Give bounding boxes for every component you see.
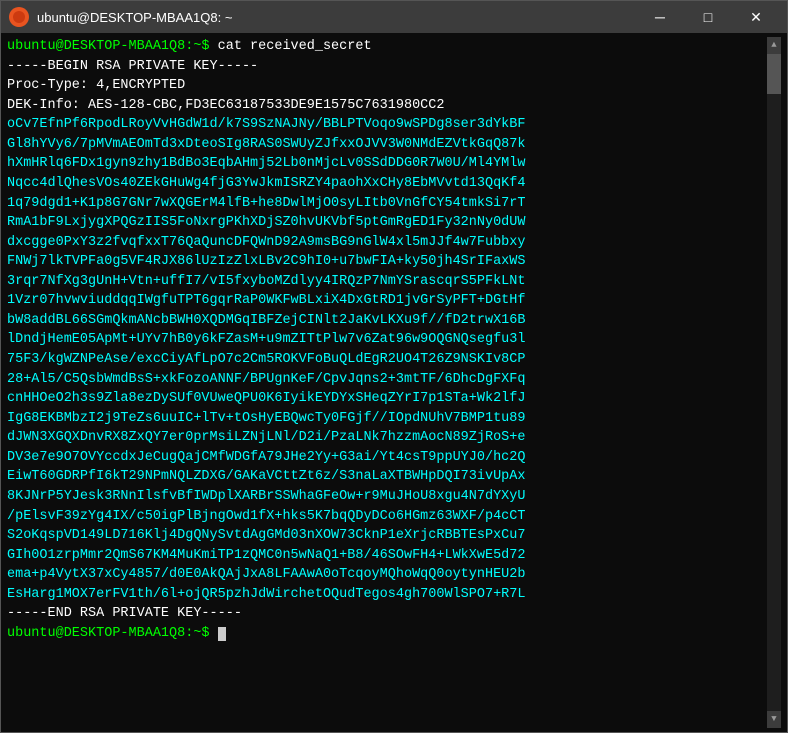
scrollbar-thumb[interactable] [767,54,781,94]
terminal-line: ema+p4VytX37xCy4857/d0E0AkQAjJxA8LFAAwA0… [7,565,767,585]
terminal-line: DEK-Info: AES-128-CBC,FD3EC63187533DE9E1… [7,96,767,116]
terminal-line: bW8addBL66SGmQkmANcbBWH0XQDMGqIBFZejCINl… [7,311,767,331]
cursor [218,627,226,641]
ubuntu-icon-inner [13,11,25,23]
terminal-line: DV3e7e9O7OVYccdxJeCugQajCMfWDGfA79JHe2Yy… [7,448,767,468]
terminal-line: GIh0O1zrpMmr2QmS67KM4MuKmiTP1zQMC0n5wNaQ… [7,546,767,566]
terminal-line: FNWj7lkTVPFa0g5VF4RJX86lUzIzZlxLBv2C9hI0… [7,252,767,272]
minimize-button[interactable]: ─ [637,1,683,33]
command-text: cat received_secret [218,39,372,54]
terminal-line: 28+Al5/C5QsbWmdBsS+xkFozoANNF/BPUgnKeF/C… [7,370,767,390]
terminal-line: -----END RSA PRIVATE KEY----- [7,604,767,624]
terminal-line: EiwT60GDRPfI6kT29NPmNQLZDXG/GAKaVCttZt6z… [7,467,767,487]
terminal-line: dxcgge0PxY3z2fvqfxxT76QaQuncDFQWnD92A9ms… [7,233,767,253]
command-line: ubuntu@DESKTOP-MBAA1Q8:~$ cat received_s… [7,37,767,57]
terminal-line: RmA1bF9LxjygXPQGzIIS5FoNxrgPKhXDjSZ0hvUK… [7,213,767,233]
terminal-line: 1q79dgd1+K1p8G7GNr7wXQGErM4lfB+he8DwlMjO… [7,194,767,214]
terminal-line: /pElsvF39zYg4IX/c50igPlBjngOwd1fX+hks5K7… [7,507,767,527]
close-button[interactable]: ✕ [733,1,779,33]
terminal-line: 3rqr7NfXg3gUnH+Vtn+uffI7/vI5fxyboMZdlyy4… [7,272,767,292]
terminal-line: EsHarg1MOX7erFV1th/6l+ojQR5pzhJdWirchetO… [7,585,767,605]
final-prompt-line: ubuntu@DESKTOP-MBAA1Q8:~$ [7,624,767,644]
scrollbar[interactable]: ▲ ▼ [767,37,781,728]
terminal-line: -----BEGIN RSA PRIVATE KEY----- [7,57,767,77]
terminal-content: ubuntu@DESKTOP-MBAA1Q8:~$ cat received_s… [7,37,767,728]
terminal-line: IgG8EKBMbzI2j9TeZs6uuIC+lTv+tOsHyEBQwcTy… [7,409,767,429]
scroll-down-arrow[interactable]: ▼ [767,711,781,728]
terminal-line: oCv7EfnPf6RpodLRoyVvHGdW1d/k7S9SzNAJNy/B… [7,115,767,135]
terminal-window: ubuntu@DESKTOP-MBAA1Q8: ~ ─ □ ✕ ubuntu@D… [0,0,788,733]
terminal-line: lDndjHemE05ApMt+UYv7hB0y6kFZasM+u9mZITtP… [7,330,767,350]
terminal-area[interactable]: ubuntu@DESKTOP-MBAA1Q8:~$ cat received_s… [1,33,787,732]
prompt1: ubuntu@DESKTOP-MBAA1Q8:~$ [7,39,218,54]
ubuntu-icon [9,7,29,27]
scroll-up-arrow[interactable]: ▲ [767,37,781,54]
terminal-line: dJWN3XGQXDnvRX8ZxQY7er0prMsiLZNjLNl/D2i/… [7,428,767,448]
titlebar: ubuntu@DESKTOP-MBAA1Q8: ~ ─ □ ✕ [1,1,787,33]
terminal-line: cnHHOeO2h3s9Zla8ezDySUf0VUweQPU0K6IyikEY… [7,389,767,409]
terminal-line: 75F3/kgWZNPeAse/excCiyAfLpO7c2Cm5ROKVFoB… [7,350,767,370]
terminal-line: hXmHRlq6FDx1gyn9zhy1BdBo3EqbAHmj52Lb0nMj… [7,154,767,174]
terminal-output: -----BEGIN RSA PRIVATE KEY-----Proc-Type… [7,57,767,624]
terminal-line: Proc-Type: 4,ENCRYPTED [7,76,767,96]
terminal-line: Nqcc4dlQhesVOs40ZEkGHuWg4fjG3YwJkmISRZY4… [7,174,767,194]
terminal-line: Gl8hYVy6/7pMVmAEOmTd3xDteoSIg8RAS0SWUyZJ… [7,135,767,155]
window-controls: ─ □ ✕ [637,1,779,33]
terminal-line: S2oKqspVD149LD716Klj4DgQNySvtdAgGMd03nXO… [7,526,767,546]
maximize-button[interactable]: □ [685,1,731,33]
terminal-line: 8KJNrP5YJesk3RNnIlsfvBfIWDplXARBrSSWhaGF… [7,487,767,507]
terminal-line: 1Vzr07hvwviuddqqIWgfuTPT6gqrRaP0WKFwBLxi… [7,291,767,311]
window-title: ubuntu@DESKTOP-MBAA1Q8: ~ [37,10,637,25]
prompt2: ubuntu@DESKTOP-MBAA1Q8:~$ [7,626,218,641]
scrollbar-track[interactable] [767,54,781,711]
